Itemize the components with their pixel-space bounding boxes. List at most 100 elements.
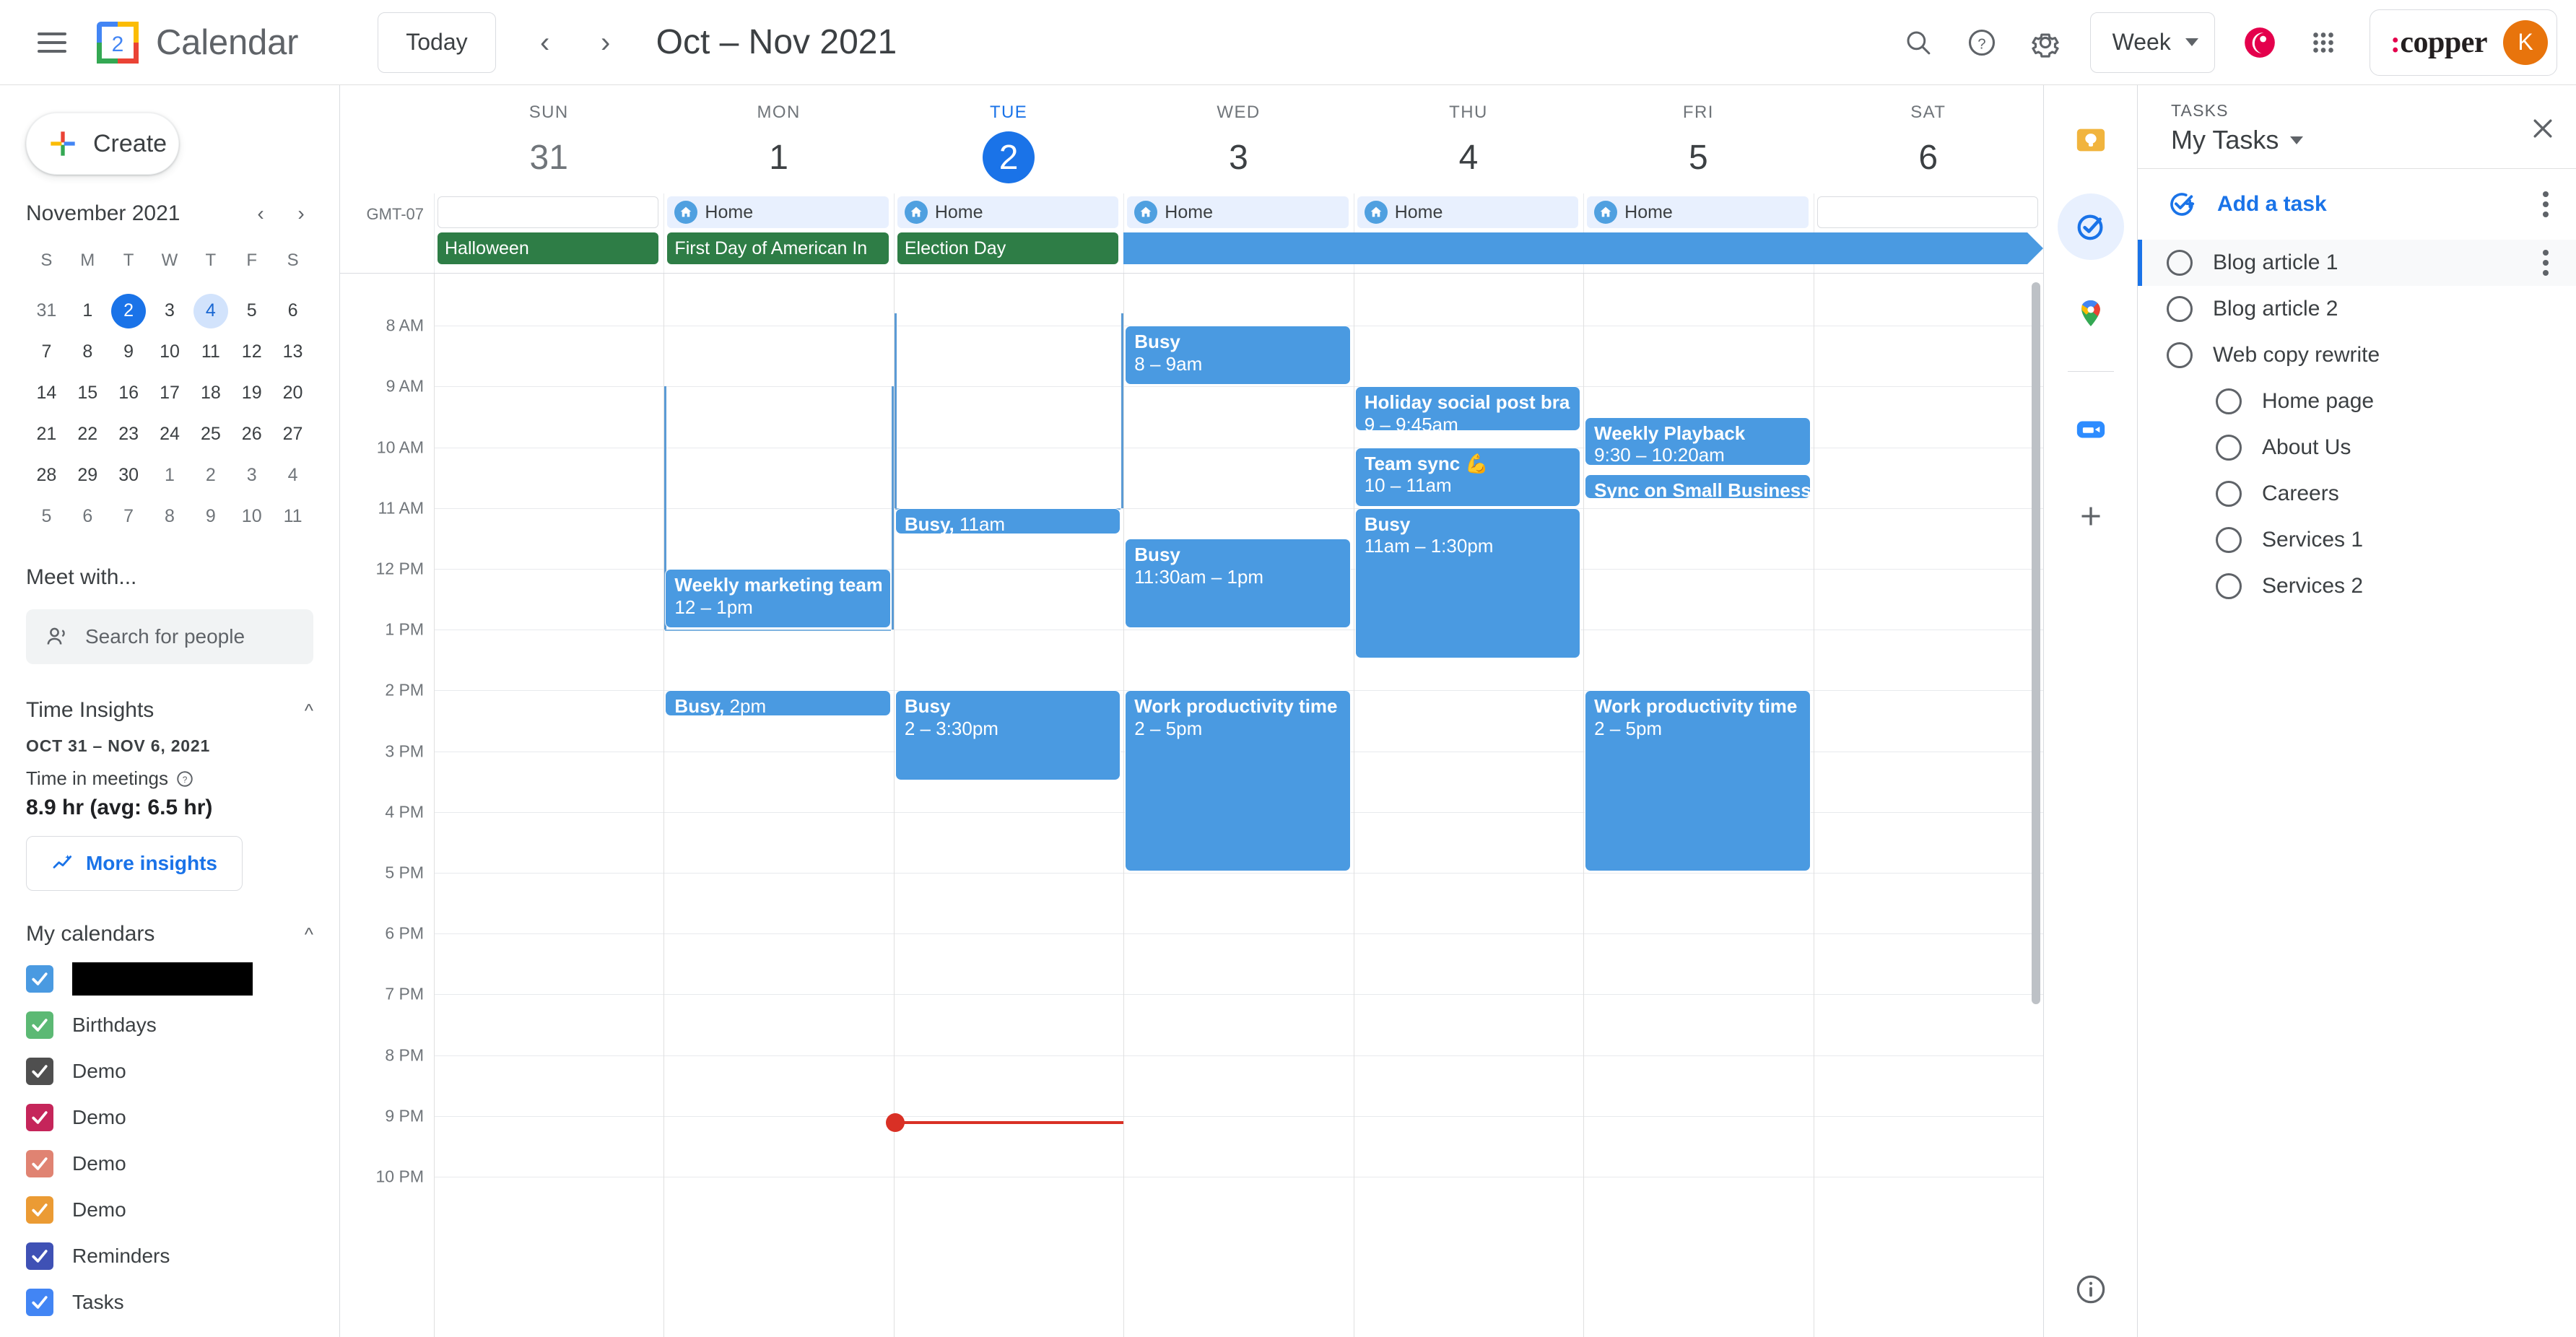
- tasks-options-button[interactable]: [2534, 183, 2557, 226]
- task-subitem[interactable]: About Us: [2138, 424, 2576, 471]
- calendar-event[interactable]: Work productivity time 2 – 5pm: [1125, 690, 1351, 871]
- more-insights-button[interactable]: More insights: [26, 836, 243, 891]
- mini-calendar-day[interactable]: 21: [26, 414, 67, 455]
- all-day-event-home[interactable]: Home: [897, 196, 1119, 228]
- mini-calendar-day[interactable]: 19: [231, 373, 272, 414]
- next-week-button[interactable]: ›: [575, 12, 636, 73]
- task-complete-checkbox[interactable]: [2216, 481, 2242, 507]
- mini-calendar-day[interactable]: 4: [190, 290, 231, 331]
- task-item[interactable]: Blog article 2: [2138, 286, 2576, 332]
- mini-calendar-day[interactable]: 26: [231, 414, 272, 455]
- close-tasks-panel-button[interactable]: [2528, 101, 2557, 148]
- mini-calendar-day[interactable]: 14: [26, 373, 67, 414]
- all-day-event-holiday[interactable]: Halloween: [438, 232, 659, 264]
- main-menu-button[interactable]: [22, 12, 82, 73]
- day-header[interactable]: WED 3: [1123, 85, 1353, 193]
- time-insights-header[interactable]: Time Insights ^: [26, 689, 313, 732]
- calendar-event[interactable]: Busy, 11am: [895, 508, 1121, 534]
- calendar-event[interactable]: Weekly marketing team m12 – 1pm: [665, 569, 891, 629]
- mini-calendar-day[interactable]: 4: [272, 455, 313, 496]
- mini-calendar-day[interactable]: 3: [149, 290, 191, 331]
- mini-calendar-day[interactable]: 9: [190, 496, 231, 537]
- calendar-checkbox[interactable]: [26, 1104, 53, 1131]
- mini-calendar-day[interactable]: 22: [67, 414, 108, 455]
- mini-calendar-day[interactable]: 7: [108, 496, 149, 537]
- copper-extension-button[interactable]: [2229, 12, 2290, 73]
- calendar-list-item[interactable]: Tasks: [26, 1279, 313, 1325]
- mini-calendar-day[interactable]: 16: [108, 373, 149, 414]
- calendar-checkbox[interactable]: [26, 1242, 53, 1270]
- task-complete-checkbox[interactable]: [2167, 250, 2193, 276]
- meet-with-search-input[interactable]: Search for people: [26, 609, 313, 664]
- mini-prev-month-button[interactable]: ‹: [248, 202, 273, 225]
- day-header[interactable]: THU 4: [1354, 85, 1583, 193]
- mini-calendar-day[interactable]: 27: [272, 414, 313, 455]
- all-day-multiday-event[interactable]: [1123, 232, 2043, 264]
- keyboard-shortcuts-info-button[interactable]: [2074, 1273, 2107, 1310]
- calendar-event[interactable]: Busy 2 – 3:30pm: [895, 690, 1121, 780]
- time-grid-scroll[interactable]: 7 AM 8 AM 9 AM 10 AM 11 AM 12 PM 1 PM 2 PM 3 PM 4…: [340, 274, 2043, 1337]
- mini-calendar-day[interactable]: 24: [149, 414, 191, 455]
- avatar[interactable]: K: [2503, 19, 2548, 65]
- task-item[interactable]: Blog article 1: [2138, 240, 2576, 286]
- mini-calendar-day[interactable]: 15: [67, 373, 108, 414]
- mini-calendar-day[interactable]: 18: [190, 373, 231, 414]
- mini-calendar-day[interactable]: 11: [190, 331, 231, 373]
- day-header[interactable]: MON 1: [663, 85, 893, 193]
- task-subitem[interactable]: Careers: [2138, 471, 2576, 517]
- mini-calendar-day[interactable]: 28: [26, 455, 67, 496]
- mini-calendar-day[interactable]: 3: [231, 455, 272, 496]
- search-button[interactable]: [1888, 12, 1949, 73]
- mini-calendar-day[interactable]: 1: [149, 455, 191, 496]
- day-header[interactable]: FRI 5: [1583, 85, 1813, 193]
- mini-calendar-day[interactable]: 9: [108, 331, 149, 373]
- all-day-empty-slot[interactable]: [1816, 196, 2038, 228]
- mini-calendar-day[interactable]: 6: [272, 290, 313, 331]
- day-header[interactable]: SUN 31: [434, 85, 663, 193]
- rail-item-tasks[interactable]: [2057, 193, 2124, 260]
- all-day-event-home[interactable]: Home: [1587, 196, 1809, 228]
- task-subitem[interactable]: Services 1: [2138, 517, 2576, 563]
- chevron-up-icon[interactable]: ^: [305, 700, 313, 722]
- calendar-checkbox[interactable]: [26, 1150, 53, 1177]
- add-task-button[interactable]: Add a task: [2138, 169, 2576, 240]
- calendar-checkbox[interactable]: [26, 1011, 53, 1039]
- task-complete-checkbox[interactable]: [2167, 342, 2193, 368]
- calendar-event[interactable]: Holiday social post brains9 – 9:45am: [1354, 386, 1581, 431]
- mini-calendar-day[interactable]: 6: [67, 496, 108, 537]
- mini-calendar-day[interactable]: 11: [272, 496, 313, 537]
- task-complete-checkbox[interactable]: [2216, 573, 2242, 599]
- rail-item-zoom[interactable]: [2058, 396, 2124, 463]
- rail-item-maps[interactable]: [2058, 280, 2124, 347]
- calendar-list-item[interactable]: Reminders: [26, 1233, 313, 1279]
- calendar-checkbox[interactable]: [26, 965, 53, 993]
- mini-calendar-day[interactable]: 10: [231, 496, 272, 537]
- calendar-event[interactable]: Weekly Playback 9:30 – 10:20am: [1585, 417, 1811, 466]
- previous-week-button[interactable]: ‹: [515, 12, 575, 73]
- mini-calendar-day[interactable]: 30: [108, 455, 149, 496]
- all-day-event-home[interactable]: Home: [1127, 196, 1349, 228]
- calendar-list-item[interactable]: Demo: [26, 1048, 313, 1094]
- day-header-number[interactable]: 1: [753, 131, 805, 183]
- help-circle-icon[interactable]: ?: [175, 770, 194, 788]
- calendar-checkbox[interactable]: [26, 1289, 53, 1316]
- calendar-event[interactable]: Busy 11:30am – 1pm: [1125, 538, 1351, 629]
- mini-calendar-day[interactable]: 25: [190, 414, 231, 455]
- copper-account-pill[interactable]: :copper K: [2369, 9, 2557, 76]
- mini-calendar-day[interactable]: 13: [272, 331, 313, 373]
- day-header-number[interactable]: 2: [983, 131, 1035, 183]
- calendar-event[interactable]: Busy, 2pm: [665, 690, 891, 717]
- settings-button[interactable]: [2015, 12, 2076, 73]
- all-day-event-holiday[interactable]: Election Day: [897, 232, 1119, 264]
- mini-calendar-day[interactable]: 20: [272, 373, 313, 414]
- calendar-event[interactable]: Work productivity time 2 – 5pm: [1585, 690, 1811, 871]
- mini-calendar-day[interactable]: 8: [67, 331, 108, 373]
- mini-calendar-day[interactable]: 23: [108, 414, 149, 455]
- calendar-event[interactable]: Team sync 💪 10 – 11am: [1354, 447, 1581, 507]
- help-button[interactable]: ?: [1951, 12, 2012, 73]
- view-mode-select[interactable]: Week: [2089, 12, 2215, 73]
- calendar-checkbox[interactable]: [26, 1058, 53, 1085]
- mini-next-month-button[interactable]: ›: [289, 202, 313, 225]
- all-day-event-home[interactable]: Home: [1357, 196, 1579, 228]
- tasks-list-selector[interactable]: My Tasks: [2171, 125, 2304, 155]
